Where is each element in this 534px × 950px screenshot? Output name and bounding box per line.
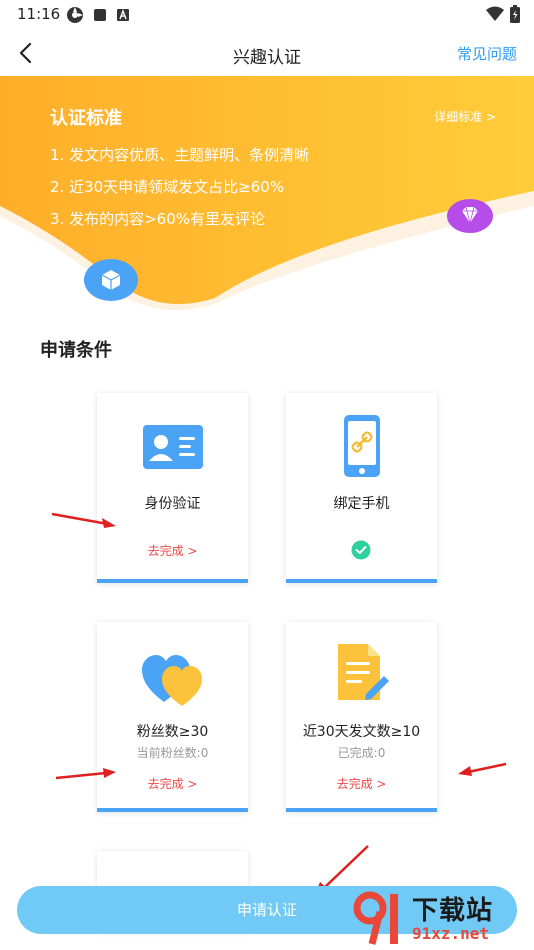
wifi-icon: [486, 6, 504, 21]
battery-icon: [510, 5, 520, 23]
phone-link-icon: [343, 415, 380, 477]
faq-link[interactable]: 常见问题: [457, 43, 517, 64]
status-time: 11:16: [17, 5, 61, 23]
document-edit-icon: [337, 644, 389, 700]
card-bind-phone[interactable]: 绑定手机: [286, 393, 437, 583]
sync-icon: [67, 7, 83, 23]
complete-action-button[interactable]: 去完成 >: [97, 775, 248, 792]
card-sub: 已完成:0: [337, 746, 386, 760]
card-identity-verification[interactable]: 身份验证 去完成 >: [97, 393, 248, 583]
status-icons-left: [66, 6, 130, 24]
hearts-icon: [141, 655, 202, 706]
complete-action-button[interactable]: 去完成 >: [97, 542, 248, 559]
card-label: 绑定手机: [333, 496, 390, 512]
font-a-icon: [117, 9, 129, 21]
square-icon: [94, 9, 106, 21]
id-card-icon: [142, 425, 203, 469]
card-label: 近30天发文数≥10: [302, 724, 421, 740]
status-icons-right: [486, 5, 520, 23]
annotation-arrow: [51, 512, 116, 528]
criteria-item: 2. 近30天申请领域发文占比≥60%: [50, 178, 285, 196]
status-bar: 11:16: [0, 0, 534, 30]
card-followers[interactable]: 粉丝数≥30 当前粉丝数:0 去完成 >: [97, 622, 248, 812]
watermark-logo: 下载站 91xz.net: [350, 886, 530, 948]
section-title: 申请条件: [40, 340, 112, 361]
annotation-arrow: [458, 762, 507, 776]
criteria-item: 1. 发文内容优质、主题鲜明、条例清晰: [50, 146, 310, 164]
cube-icon: [84, 259, 138, 301]
complete-action-button[interactable]: 去完成 >: [286, 775, 437, 792]
annotation-arrow: [55, 768, 116, 780]
app-header: 兴趣认证 常见问题: [0, 30, 534, 76]
card-label: 粉丝数≥30: [136, 724, 209, 740]
page-title: 兴趣认证: [233, 48, 301, 68]
detail-standard-link[interactable]: 详细标准 >: [434, 108, 496, 125]
check-complete-icon: [351, 540, 371, 560]
diamond-icon: [447, 199, 493, 233]
card-posts-count[interactable]: 近30天发文数≥10 已完成:0 去完成 >: [286, 622, 437, 812]
banner-title: 认证标准: [50, 108, 122, 129]
watermark-site: 91xz.net: [412, 924, 490, 943]
watermark-91-icon: [353, 891, 398, 945]
criteria-item: 3. 发布的内容>60%有里友评论: [50, 210, 265, 228]
card-sub: 当前粉丝数:0: [136, 746, 209, 760]
watermark-brand: 下载站: [412, 896, 494, 926]
